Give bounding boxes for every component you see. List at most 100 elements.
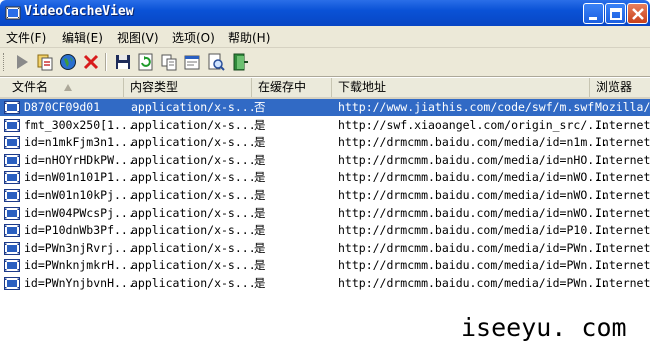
row-browser: Internet — [595, 223, 650, 238]
table-row[interactable]: id=PWnYnjbvnH... application/x-s... 是 http:… — [0, 275, 650, 292]
find-icon[interactable] — [206, 52, 226, 72]
film-file-icon — [4, 136, 20, 150]
row-content-type: application/x-s... — [131, 135, 256, 150]
film-file-icon — [4, 189, 20, 202]
row-content-type: application/x-s... — [131, 223, 256, 238]
row-download-url: http://drmcmm.baidu.com/media/id=nWO... — [338, 188, 609, 202]
table-row[interactable]: fmt_300x250[1... application/x-s... 是 http:… — [0, 117, 650, 134]
play-icon[interactable] — [12, 52, 32, 72]
row-content-type: application/x-s... — [131, 258, 256, 273]
row-filename: fmt_300x250[1... — [24, 117, 135, 132]
row-content-type: application/x-s... — [131, 188, 256, 202]
table-row[interactable]: D870CF09d01 application/x-s... 否 http://www… — [0, 99, 650, 116]
row-in-cache: 是 — [254, 240, 266, 255]
close-icon — [632, 8, 644, 20]
row-filename: D870CF09d01 — [24, 100, 101, 114]
row-content-type: application/x-s... — [131, 276, 256, 290]
menu-bar: 文件(F) 编辑(E) 视图(V) 选项(O) 帮助(H) — [0, 26, 650, 48]
row-download-url: http://drmcmm.baidu.com/media/id=PWn... — [338, 258, 609, 273]
menu-view[interactable]: 视图(V) — [117, 29, 159, 46]
column-header: 文件名 内容类型 在缓存中 下载地址 浏览器 — [0, 78, 650, 99]
menu-edit[interactable]: 编辑(E) — [62, 29, 103, 46]
row-filename: id=PWn3njRvrj... — [24, 240, 135, 255]
film-file-icon — [4, 224, 20, 238]
row-filename: id=nW04PWcsPj... — [24, 205, 135, 220]
row-content-type: application/x-s... — [131, 240, 256, 255]
row-in-cache: 是 — [254, 223, 266, 238]
table-row[interactable]: id=n1mkFjm3n1... application/x-s... 是 http:… — [0, 134, 650, 151]
column-content-type[interactable]: 内容类型 — [124, 78, 252, 97]
toolbar-grip — [3, 53, 7, 71]
app-film-icon — [5, 6, 21, 20]
maximize-button[interactable] — [605, 3, 626, 24]
table-row[interactable]: id=P10dnWb3Pf... application/x-s... 是 http:… — [0, 222, 650, 239]
row-content-type: application/x-s... — [131, 117, 256, 132]
row-in-cache: 是 — [254, 152, 266, 167]
row-browser: Internet — [595, 205, 650, 220]
row-content-type: application/x-s... — [131, 100, 256, 114]
row-in-cache: 是 — [254, 276, 266, 290]
refresh-icon[interactable] — [136, 52, 156, 72]
delete-icon[interactable] — [81, 52, 101, 72]
menu-file[interactable]: 文件(F) — [6, 29, 46, 46]
table-row[interactable]: id=nW01n10kPj... application/x-s... 是 http:… — [0, 187, 650, 204]
toolbar-separator — [105, 53, 107, 71]
title-bar[interactable]: VideoCacheView — [0, 0, 650, 26]
row-browser: Internet — [595, 240, 650, 255]
row-content-type: application/x-s... — [131, 170, 256, 185]
film-file-icon — [4, 241, 20, 255]
row-content-type: application/x-s... — [131, 152, 256, 167]
film-file-icon — [4, 259, 20, 273]
globe-icon[interactable] — [58, 52, 78, 72]
copy-files-icon[interactable] — [35, 52, 55, 72]
minimize-icon — [589, 17, 597, 20]
properties-icon[interactable] — [182, 52, 202, 72]
table-row[interactable]: id=nW01n101P1... application/x-s... 是 http:… — [0, 169, 650, 186]
column-in-cache[interactable]: 在缓存中 — [252, 78, 332, 97]
table-row[interactable]: id=PWnknjmkrH... application/x-s... 是 http:… — [0, 257, 650, 274]
row-download-url: http://drmcmm.baidu.com/media/id=PWn... — [338, 276, 609, 290]
close-button[interactable] — [627, 3, 648, 24]
row-download-url: http://drmcmm.baidu.com/media/id=nHO... — [338, 152, 609, 167]
row-download-url: http://drmcmm.baidu.com/media/id=P10... — [338, 223, 609, 238]
table-row[interactable]: id=PWn3njRvrj... application/x-s... 是 http:… — [0, 240, 650, 257]
row-in-cache: 是 — [254, 205, 266, 220]
menu-options[interactable]: 选项(O) — [172, 29, 215, 46]
minimize-button[interactable] — [583, 3, 604, 24]
row-download-url: http://www.jiathis.com/code/swf/m.swf — [338, 100, 595, 114]
row-in-cache: 否 — [254, 100, 266, 114]
film-file-icon — [4, 171, 20, 185]
row-content-type: application/x-s... — [131, 205, 256, 220]
watermark: iseeyu. com — [461, 313, 627, 342]
film-file-icon — [4, 101, 20, 114]
row-in-cache: 是 — [254, 188, 266, 202]
table-row[interactable]: id=nHOYrHDkPW... application/x-s... 是 http:… — [0, 152, 650, 169]
column-filename[interactable]: 文件名 — [0, 78, 124, 97]
row-browser: Internet — [595, 258, 650, 273]
maximize-icon — [610, 8, 622, 20]
sort-ascending-icon — [64, 84, 72, 91]
row-browser: Internet — [595, 188, 650, 202]
row-browser: Internet — [595, 170, 650, 185]
row-in-cache: 是 — [254, 135, 266, 150]
save-icon[interactable] — [113, 52, 133, 72]
row-browser: Internet — [595, 135, 650, 150]
table-row[interactable]: id=nW04PWcsPj... application/x-s... 是 http:… — [0, 205, 650, 222]
row-in-cache: 是 — [254, 170, 266, 185]
row-in-cache: 是 — [254, 258, 266, 273]
exit-icon[interactable] — [230, 52, 250, 72]
row-filename: id=PWnknjmkrH... — [24, 258, 135, 273]
copy-icon[interactable] — [159, 52, 179, 72]
row-browser: Internet — [595, 276, 650, 290]
film-file-icon — [4, 277, 20, 290]
row-download-url: http://drmcmm.baidu.com/media/id=nWO... — [338, 205, 609, 220]
row-browser: Internet — [595, 152, 650, 167]
row-browser: Internet — [595, 117, 650, 132]
row-download-url: http://swf.xiaoangel.com/origin_src/... — [338, 117, 609, 132]
menu-help[interactable]: 帮助(H) — [228, 29, 270, 46]
column-browser[interactable]: 浏览器 — [590, 78, 650, 97]
column-download-url[interactable]: 下载地址 — [332, 78, 590, 97]
row-browser: Mozilla/F — [595, 100, 650, 114]
film-file-icon — [4, 118, 20, 132]
row-filename: id=P10dnWb3Pf... — [24, 223, 135, 238]
